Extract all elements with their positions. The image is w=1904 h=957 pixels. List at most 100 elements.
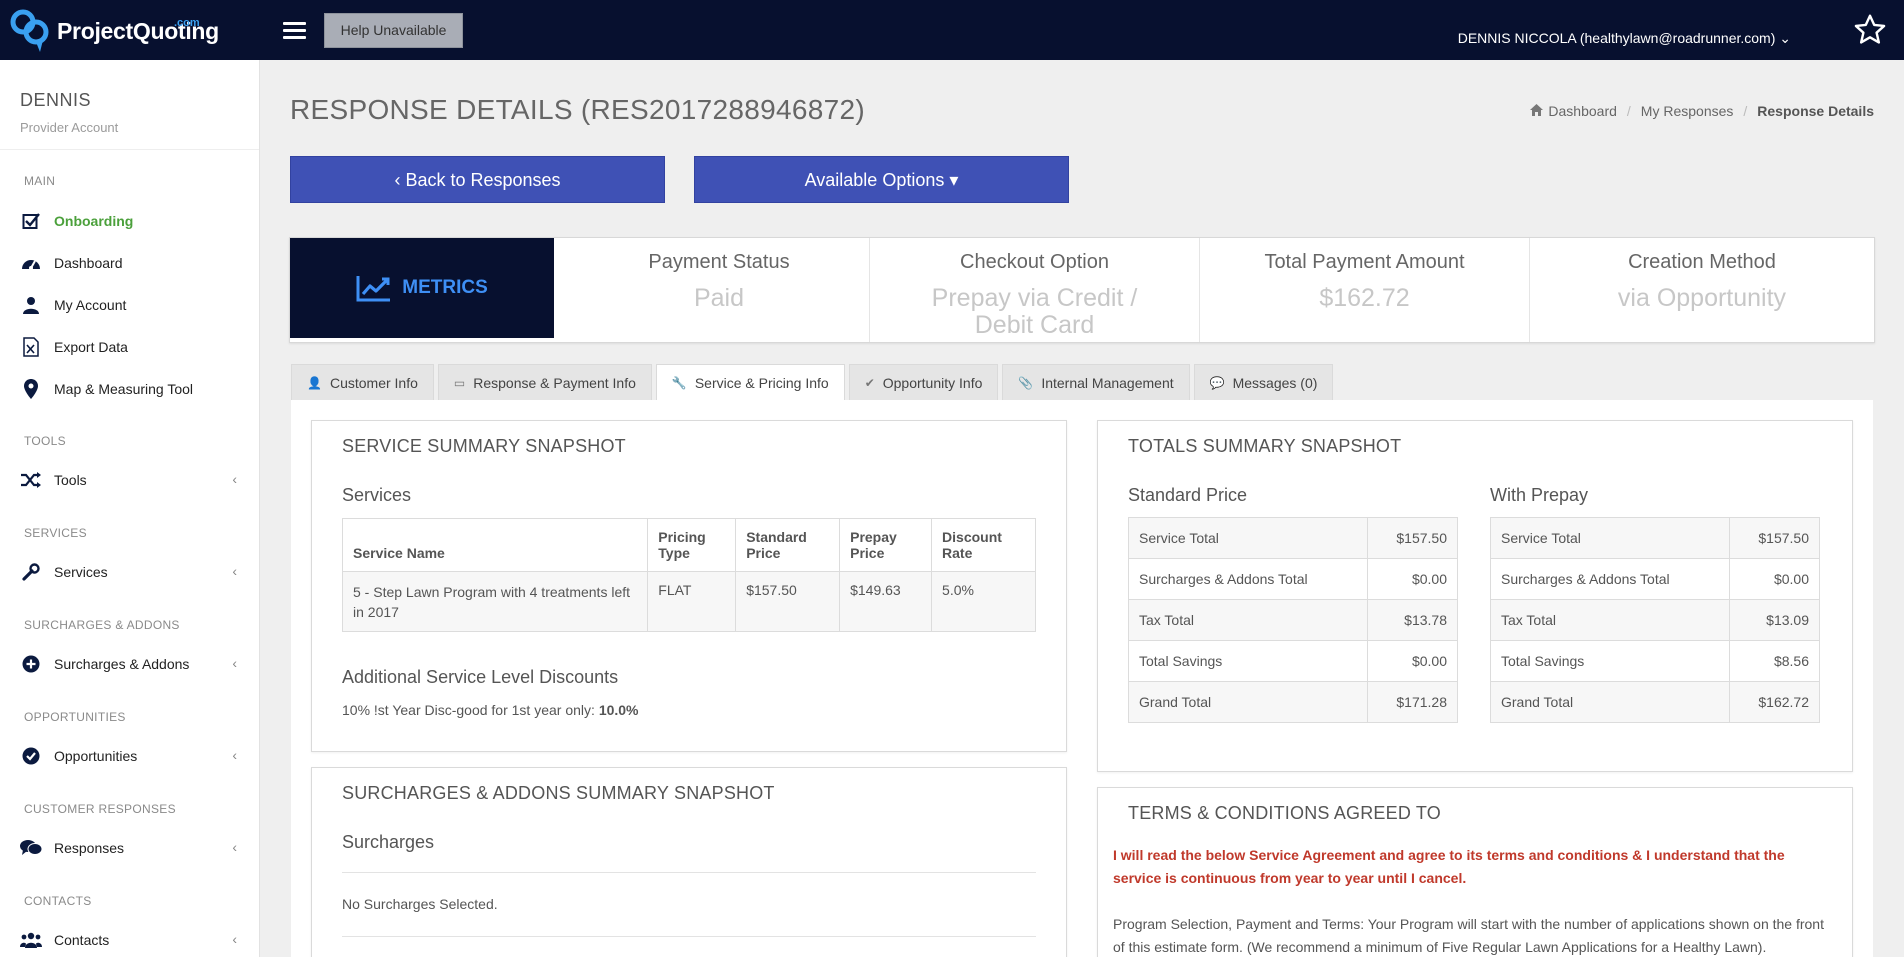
table-row: Surcharges & Addons Total $0.00: [1490, 558, 1821, 600]
sidebar-item-contacts[interactable]: Contacts ‹: [20, 925, 245, 955]
tab-opportunity-info[interactable]: ✔ Opportunity Info: [848, 364, 999, 400]
user-icon: 👤: [307, 375, 322, 390]
logo[interactable]: ProjectQuoting .com: [10, 6, 219, 56]
tab-response-payment-info[interactable]: ▭ Response & Payment Info: [437, 364, 652, 400]
tab-label: Messages (0): [1232, 374, 1318, 391]
user-icon: [20, 294, 42, 316]
standard-totals-table: Service Total $157.50 Surcharges & Addons…: [1128, 517, 1459, 723]
profile: DENNIS Provider Account: [0, 60, 259, 150]
discount-text: 10% !st Year Disc-good for 1st year only…: [342, 702, 599, 718]
chevron-left-icon: ‹: [232, 471, 237, 487]
totals-label: Surcharges & Addons Total: [1490, 558, 1730, 600]
totals-amount: $157.50: [1366, 517, 1459, 559]
totals-amount: $0.00: [1366, 558, 1459, 600]
table-row: Grand Total $171.28: [1128, 681, 1459, 723]
profile-role: Provider Account: [20, 120, 119, 135]
sidebar-item-my-account[interactable]: My Account: [20, 290, 245, 320]
chevron-left-icon: ‹: [232, 747, 237, 763]
metric-label: Total Payment Amount: [1264, 251, 1465, 273]
metrics-header: METRICS: [290, 238, 554, 338]
nav-section-surcharges: SURCHARGES & ADDONS: [24, 618, 180, 632]
profile-name: DENNIS: [20, 90, 92, 110]
metric-label: Payment Status: [648, 251, 790, 273]
comments-icon: [20, 837, 42, 859]
chevron-left-icon: ‹: [232, 931, 237, 947]
back-to-responses-button[interactable]: ‹ Back to Responses: [290, 156, 665, 203]
sidebar-item-export-data[interactable]: Export Data: [20, 332, 245, 362]
table-row: Surcharges & Addons Total $0.00: [1128, 558, 1459, 600]
totals-amount: $0.00: [1728, 558, 1821, 600]
map-marker-icon: [20, 378, 42, 400]
metric-label: Creation Method: [1628, 251, 1776, 273]
totals-label: Tax Total: [1490, 599, 1730, 641]
breadcrumb-current: Response Details: [1757, 103, 1874, 119]
check-square-icon: [20, 210, 42, 232]
sidebar-item-tools[interactable]: Tools ‹: [20, 465, 245, 495]
chevron-left-icon: ‹: [232, 563, 237, 579]
tab-customer-info[interactable]: 👤 Customer Info: [291, 364, 434, 400]
check-icon: ✔: [864, 375, 875, 390]
users-icon: [20, 929, 42, 951]
breadcrumb-my-responses[interactable]: My Responses: [1641, 103, 1734, 119]
sidebar-item-label: Surcharges & Addons: [54, 656, 190, 672]
home-icon: [1530, 103, 1544, 119]
breadcrumb-separator: /: [1626, 103, 1631, 119]
sidebar-item-label: Responses: [54, 840, 125, 856]
surcharges-empty-text: No Surcharges Selected.: [342, 896, 498, 912]
star-icon[interactable]: [1852, 12, 1888, 48]
breadcrumb: Dashboard / My Responses / Response Deta…: [1530, 103, 1874, 119]
totals-label: Service Total: [1128, 517, 1368, 559]
column-header: Prepay Price: [839, 518, 933, 572]
metric-value: $162.72: [1319, 284, 1410, 312]
column-header: Discount Rate: [931, 518, 1036, 572]
nav-section-responses: CUSTOMER RESPONSES: [24, 802, 176, 816]
sidebar-item-responses[interactable]: Responses ‹: [20, 833, 245, 863]
help-button[interactable]: Help Unavailable: [324, 13, 463, 48]
sidebar-item-services[interactable]: Services ‹: [20, 557, 245, 587]
line-chart-icon: [356, 276, 391, 302]
discounts-heading: Additional Service Level Discounts: [342, 667, 619, 687]
logo-suffix: .com: [174, 17, 200, 29]
metrics-bar: METRICS Payment Status Paid Checkout Opt…: [289, 237, 1875, 343]
available-options-button[interactable]: Available Options ▾: [694, 156, 1069, 203]
totals-amount: $13.09: [1728, 599, 1821, 641]
logo-mark-icon: [10, 9, 49, 52]
sidebar-item-opportunities[interactable]: Opportunities ‹: [20, 741, 245, 771]
metric-creation-method: Creation Method via Opportunity: [1529, 238, 1874, 342]
pricing-type-cell: FLAT: [647, 571, 737, 632]
totals-label: Service Total: [1490, 517, 1730, 559]
totals-amount: $171.28: [1366, 681, 1459, 723]
tab-messages[interactable]: 💬 Messages (0): [1193, 364, 1334, 400]
sidebar-item-surcharges[interactable]: Surcharges & Addons ‹: [20, 649, 245, 679]
sidebar-item-dashboard[interactable]: Dashboard: [20, 248, 245, 278]
table-row: 5 - Step Lawn Program with 4 treatments …: [341, 571, 1036, 632]
tab-service-pricing-info[interactable]: 🔧 Service & Pricing Info: [655, 364, 845, 400]
excel-file-icon: [20, 336, 42, 358]
totals-label: Total Savings: [1490, 640, 1730, 682]
tab-label: Opportunity Info: [882, 374, 983, 391]
totals-label: Grand Total: [1128, 681, 1368, 723]
breadcrumb-dashboard[interactable]: Dashboard: [1548, 103, 1617, 119]
column-header: Standard Price: [735, 518, 841, 572]
table-row: Service Total $157.50: [1490, 517, 1821, 559]
tab-label: Customer Info: [329, 374, 418, 391]
tab-label: Internal Management: [1041, 374, 1174, 391]
tab-internal-management[interactable]: 📎 Internal Management: [1002, 364, 1190, 400]
table-row: Total Savings $0.00: [1128, 640, 1459, 682]
wrench-icon: 🔧: [671, 375, 687, 390]
panel-title: TOTALS SUMMARY SNAPSHOT: [1128, 436, 1402, 456]
metric-payment-status: Payment Status Paid: [554, 238, 884, 342]
services-table: Service Name Pricing Type Standard Price…: [341, 518, 1036, 632]
terms-body-text: Program Selection, Payment and Terms: Yo…: [1113, 916, 1824, 955]
check-circle-icon: [20, 745, 42, 767]
nav-section-services: SERVICES: [24, 526, 87, 540]
sidebar-item-map-tool[interactable]: Map & Measuring Tool: [20, 374, 245, 404]
chevron-left-icon: ‹: [232, 655, 237, 671]
table-row: Total Savings $8.56: [1490, 640, 1821, 682]
menu-toggle-icon[interactable]: [283, 22, 306, 40]
surcharges-heading: Surcharges: [342, 832, 435, 852]
breadcrumb-separator: /: [1743, 103, 1748, 119]
sidebar-item-onboarding[interactable]: Onboarding: [20, 206, 245, 236]
user-menu[interactable]: DENNIS NICCOLA (healthylawn@roadrunner.c…: [1458, 30, 1791, 47]
tab-bar: 👤 Customer Info ▭ Response & Payment Inf…: [291, 364, 1337, 400]
